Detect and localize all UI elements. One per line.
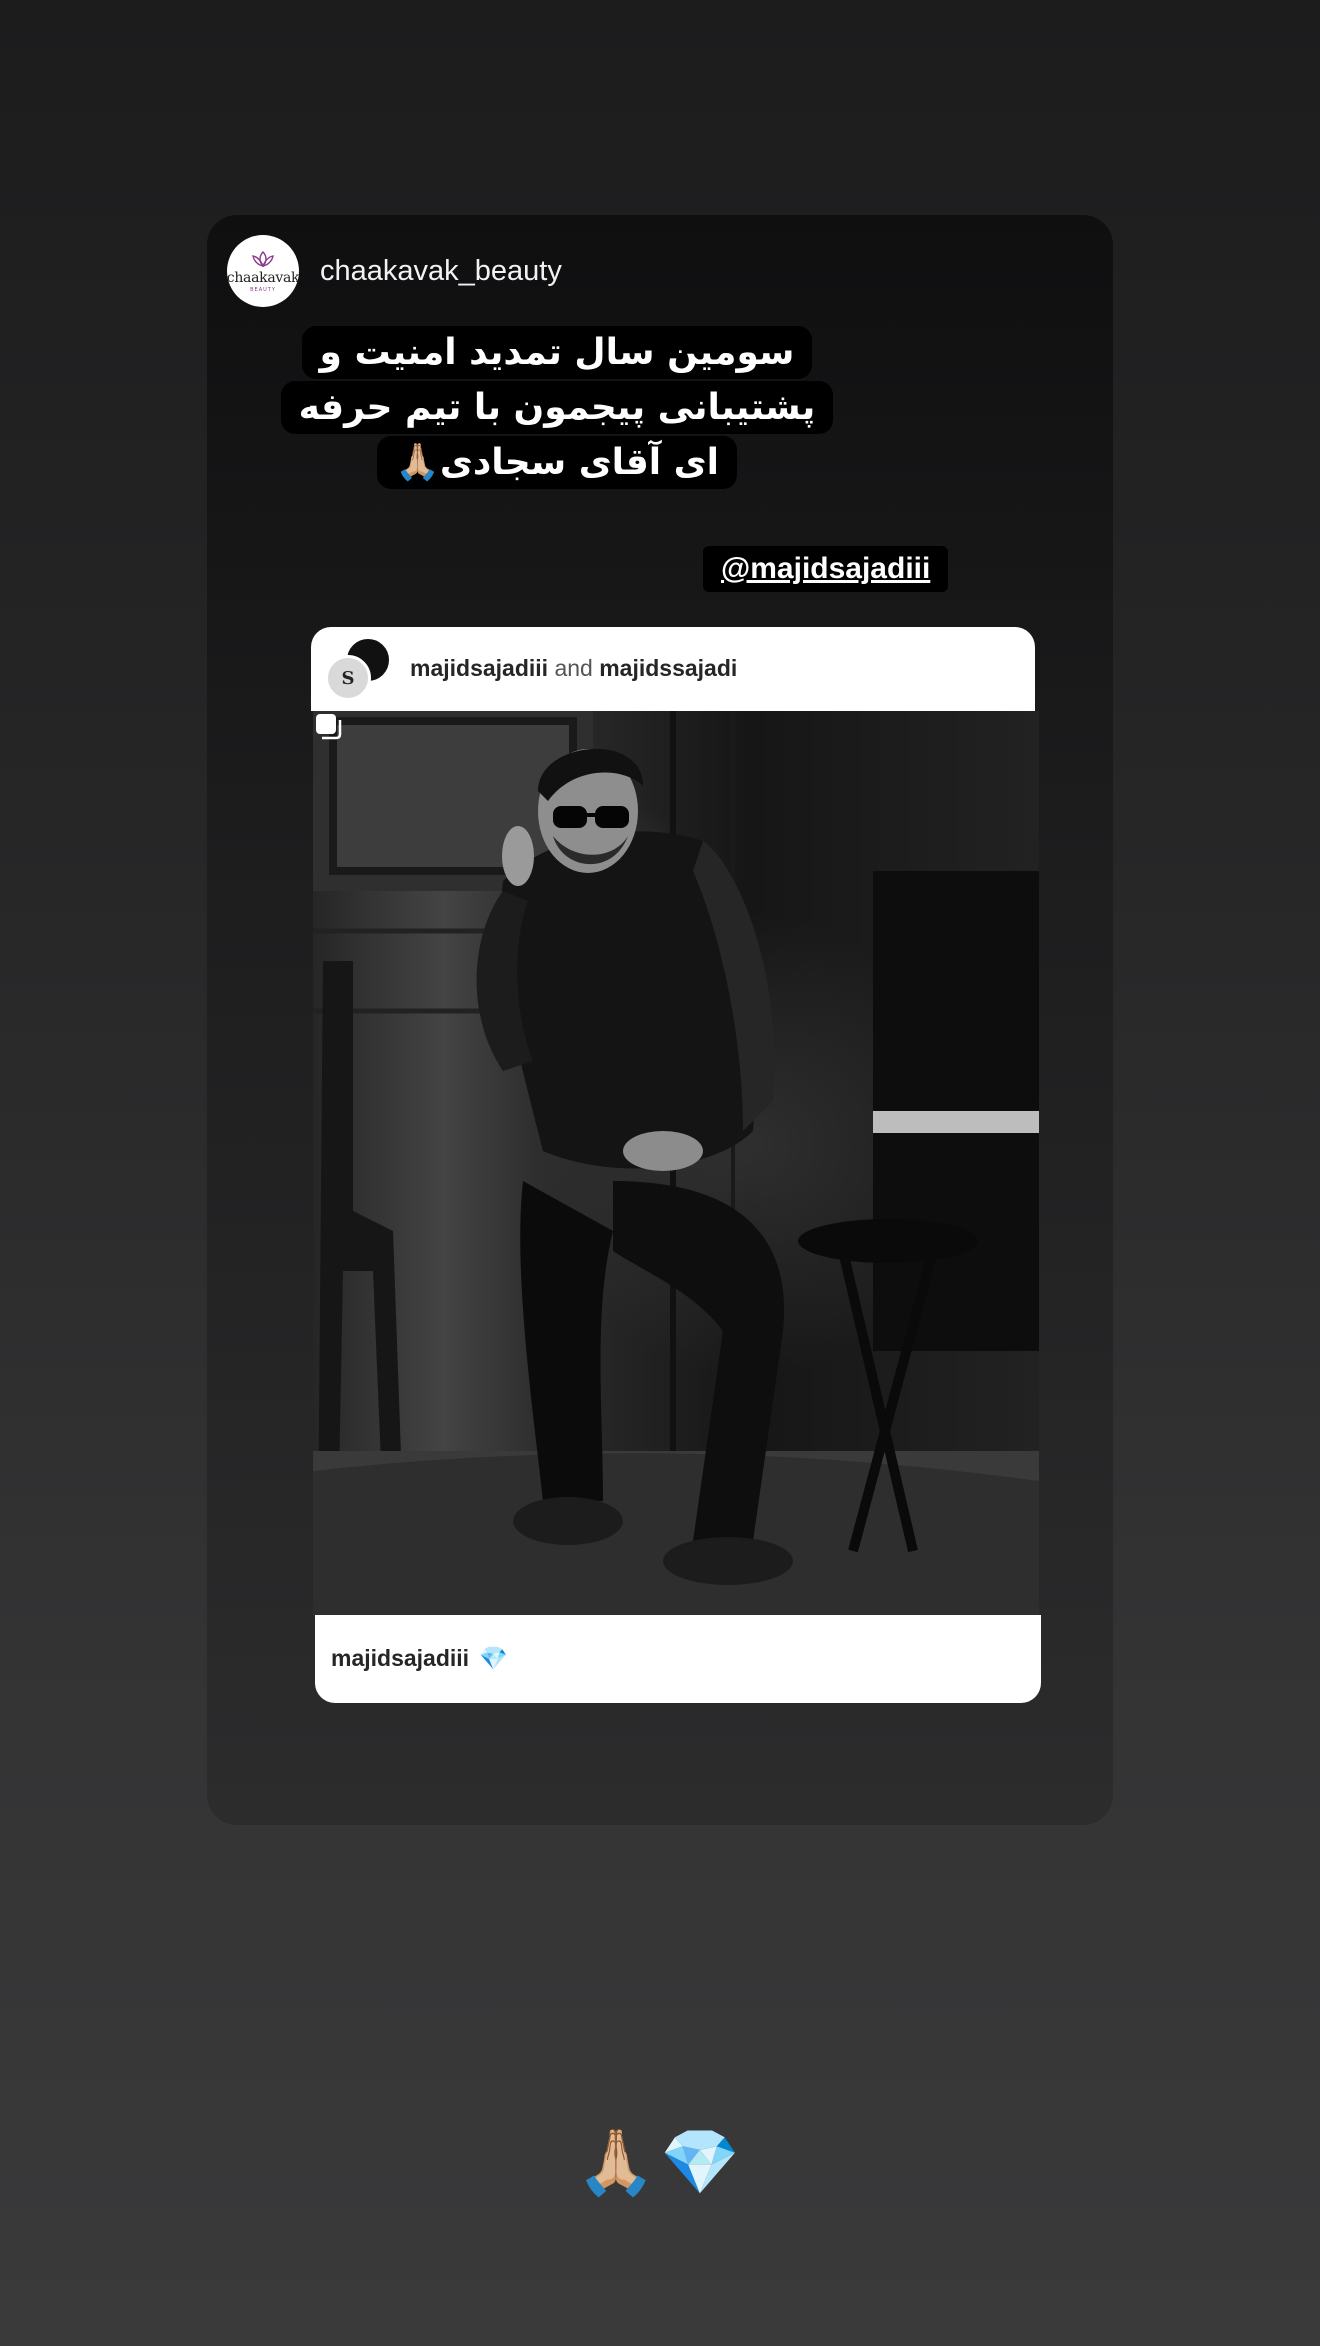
avatar-sub: BEAUTY xyxy=(250,286,276,293)
carousel-icon xyxy=(316,714,342,740)
shared-post[interactable]: S majidsajadiii and majidssajadi majidsa… xyxy=(311,627,1041,1705)
caption-text: سومین سال تمدید امنیت و پشتیبانی پیجمون … xyxy=(280,326,834,489)
diamond-emoji: 💎 xyxy=(479,1645,508,1671)
account-avatar[interactable]: chaakavak BEAUTY xyxy=(227,235,299,307)
lotus-logo-icon xyxy=(252,250,274,267)
post-caption-user[interactable]: majidsajadiii xyxy=(331,1645,469,1671)
account-name[interactable]: chaakavak_beauty xyxy=(320,255,562,288)
post-avatar-primary: S xyxy=(325,655,371,701)
avatar-brand: chaakavak xyxy=(227,269,299,286)
post-author-connector: and xyxy=(554,655,593,681)
story-card: chaakavak BEAUTY chaakavak_beauty سومین … xyxy=(207,215,1113,1825)
mention-sticker[interactable]: @majidsajadiii xyxy=(703,546,949,592)
bottom-emoji-text: 🙏🏼💎 xyxy=(576,2126,744,2200)
post-authors[interactable]: majidsajadiii and majidssajadi xyxy=(410,655,737,682)
post-author-1[interactable]: majidsajadiii xyxy=(410,655,548,681)
post-header[interactable]: S majidsajadiii and majidssajadi xyxy=(311,627,1035,711)
post-author-2[interactable]: majidssajadi xyxy=(599,655,737,681)
photo-illustration xyxy=(313,711,1039,1615)
post-photo[interactable] xyxy=(313,711,1039,1615)
post-footer[interactable]: majidsajadiii 💎 xyxy=(315,1615,1041,1703)
post-caption: majidsajadiii 💎 xyxy=(331,1645,508,1672)
caption-block: سومین سال تمدید امنیت و پشتیبانی پیجمون … xyxy=(277,325,837,490)
account-header[interactable]: chaakavak BEAUTY chaakavak_beauty xyxy=(227,235,562,307)
post-avatars[interactable]: S xyxy=(325,637,391,701)
